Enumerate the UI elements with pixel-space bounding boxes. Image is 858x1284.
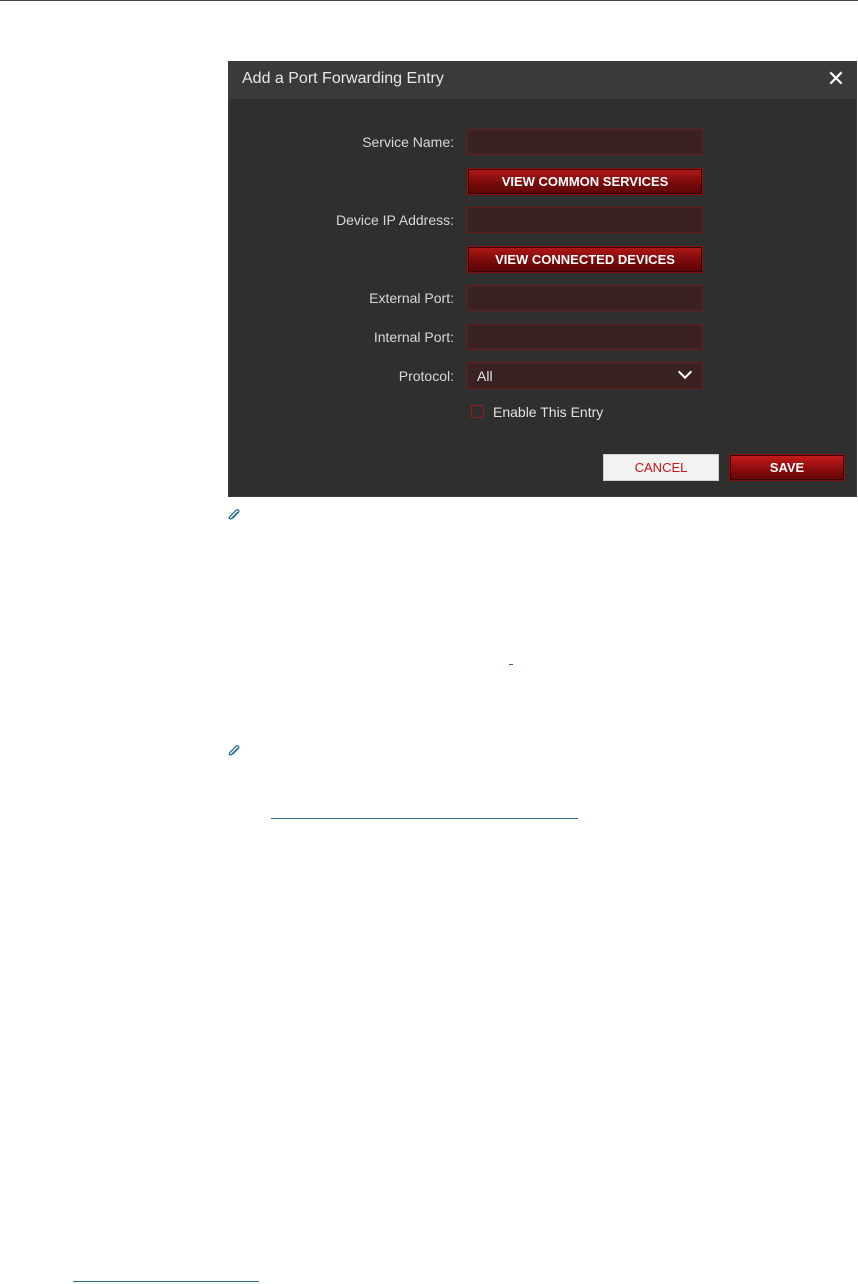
device-ip-label: Device IP Address: [335, 212, 454, 228]
chevron-down-icon [677, 364, 693, 380]
enable-entry-checkbox[interactable] [471, 405, 484, 418]
cancel-button[interactable]: CANCEL [603, 454, 719, 481]
dialog-title: Add a Port Forwarding Entry [242, 70, 444, 87]
close-icon[interactable]: ✕ [824, 66, 848, 92]
internal-port-label: Internal Port: [373, 329, 454, 345]
service-name-input[interactable] [467, 129, 703, 155]
doc-link-underline[interactable] [509, 664, 513, 665]
external-port-input[interactable] [467, 285, 703, 311]
paperclip-icon [228, 509, 240, 520]
internal-port-input[interactable] [467, 324, 703, 350]
doc-link-underline[interactable] [271, 818, 578, 819]
protocol-label: Protocol: [398, 368, 454, 384]
external-port-label: External Port: [369, 290, 454, 306]
protocol-select[interactable]: All [467, 362, 703, 389]
enable-entry-label[interactable]: Enable This Entry [493, 404, 603, 420]
protocol-selected-value: All [477, 368, 493, 384]
device-ip-input[interactable] [467, 207, 703, 233]
dialog-header: Add a Port Forwarding Entry ✕ [229, 62, 856, 99]
top-divider [0, 0, 858, 1]
service-name-label: Service Name: [362, 134, 454, 150]
view-common-services-button[interactable]: VIEW COMMON SERVICES [467, 168, 703, 195]
doc-link-underline[interactable] [73, 1281, 259, 1282]
paperclip-icon [228, 745, 240, 756]
save-button[interactable]: SAVE [729, 454, 845, 481]
view-connected-devices-button[interactable]: VIEW CONNECTED DEVICES [467, 246, 703, 273]
port-forwarding-dialog: Add a Port Forwarding Entry ✕ Service Na… [228, 61, 857, 497]
